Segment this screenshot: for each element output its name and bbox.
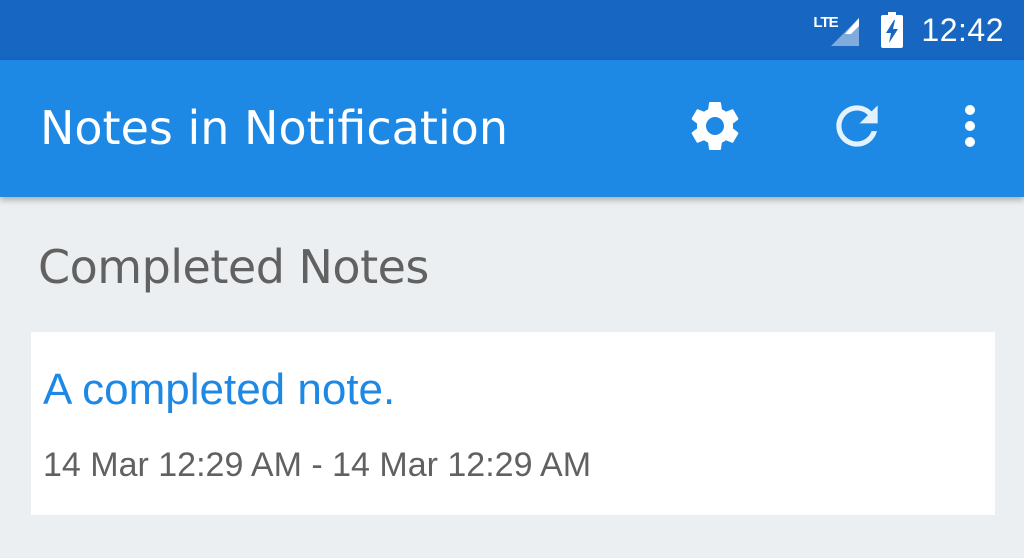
- status-icons: LTE 12:42: [813, 0, 1004, 60]
- more-vert-icon: [964, 104, 976, 153]
- network-type-label: LTE: [813, 14, 838, 31]
- gear-icon: [685, 96, 745, 161]
- note-card[interactable]: A completed note. 14 Mar 12:29 AM - 14 M…: [31, 332, 995, 515]
- status-bar: LTE 12:42: [0, 0, 1024, 60]
- cell-signal-icon: LTE: [813, 12, 860, 48]
- app-bar: Notes in Notification: [0, 60, 1024, 197]
- app-title: Notes in Notification: [40, 101, 508, 155]
- note-time-range: 14 Mar 12:29 AM - 14 Mar 12:29 AM: [43, 446, 592, 484]
- status-clock: 12:42: [921, 11, 1004, 48]
- refresh-button[interactable]: [822, 60, 892, 197]
- refresh-icon: [826, 95, 888, 162]
- section-title: Completed Notes: [38, 240, 429, 294]
- note-title: A completed note.: [43, 365, 396, 414]
- battery-charging-icon: [881, 12, 904, 48]
- settings-button[interactable]: [680, 60, 750, 197]
- overflow-menu-button[interactable]: [945, 60, 995, 197]
